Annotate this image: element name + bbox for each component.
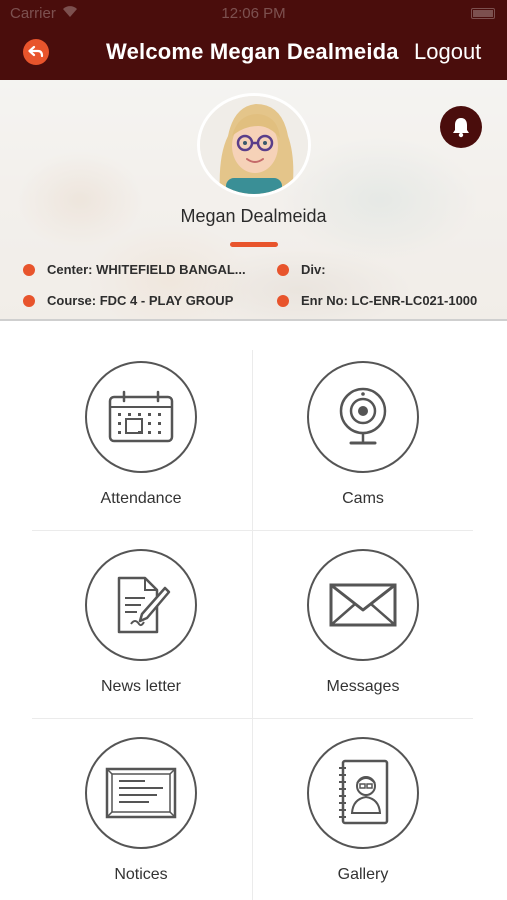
notification-button[interactable] <box>440 106 482 148</box>
cams-button[interactable] <box>307 361 419 473</box>
division-info: Div: <box>277 262 326 277</box>
status-bar: Carrier 12:06 PM <box>0 0 507 28</box>
page-title: Welcome Megan Dealmeida <box>106 39 399 64</box>
newsletter-tile[interactable]: News letter <box>41 549 241 719</box>
notices-label: Notices <box>114 866 168 883</box>
gallery-label: Gallery <box>337 866 389 883</box>
bullet-icon <box>23 263 35 276</box>
profile-name: Megan Dealmeida <box>180 206 327 226</box>
battery-icon <box>471 8 495 19</box>
course-info: Course: FDC 4 - PLAY GROUP <box>23 293 233 308</box>
course-text: Course: FDC 4 - PLAY GROUP <box>47 293 234 308</box>
status-time: 12:06 PM <box>221 5 286 22</box>
bell-icon <box>453 118 469 138</box>
logout-button[interactable]: Logout <box>414 39 481 65</box>
attendance-button[interactable] <box>85 361 197 473</box>
newsletter-label: News letter <box>100 678 182 695</box>
notices-button[interactable] <box>85 737 197 849</box>
bullet-icon <box>23 294 35 307</box>
gallery-button[interactable] <box>307 737 419 849</box>
division-text: Div: <box>301 262 326 277</box>
back-button[interactable] <box>23 39 49 65</box>
gallery-tile[interactable]: Gallery <box>263 737 463 900</box>
notices-tile[interactable]: Notices <box>41 737 241 900</box>
cams-tile[interactable]: Cams <box>263 361 463 531</box>
messages-label: Messages <box>326 678 400 695</box>
notice-board-icon <box>105 767 177 819</box>
calendar-icon <box>108 390 174 443</box>
gallery-album-icon <box>339 759 389 825</box>
envelope-icon <box>329 583 397 627</box>
attendance-tile[interactable]: Attendance <box>41 361 241 531</box>
enrollment-info: Enr No: LC-ENR-LC021-1000 <box>277 293 477 308</box>
cams-label: Cams <box>342 490 384 507</box>
attendance-label: Attendance <box>100 490 182 507</box>
back-arrow-icon <box>28 45 44 58</box>
bullet-icon <box>277 263 289 276</box>
webcam-icon <box>339 387 387 445</box>
newsletter-icon <box>117 576 171 634</box>
messages-tile[interactable]: Messages <box>263 549 463 719</box>
newsletter-button[interactable] <box>85 549 197 661</box>
name-underline <box>230 242 278 247</box>
grid-divider-vertical <box>252 350 253 900</box>
messages-button[interactable] <box>307 549 419 661</box>
center-text: Center: WHITEFIELD BANGAL... <box>47 262 246 277</box>
banner-divider <box>0 319 507 321</box>
enrollment-text: Enr No: LC-ENR-LC021-1000 <box>301 293 478 308</box>
bullet-icon <box>277 294 289 307</box>
center-info: Center: WHITEFIELD BANGAL... <box>23 262 246 277</box>
avatar[interactable] <box>197 93 311 197</box>
app-header: Carrier 12:06 PM Welcome Megan Dealmeida… <box>0 0 507 80</box>
